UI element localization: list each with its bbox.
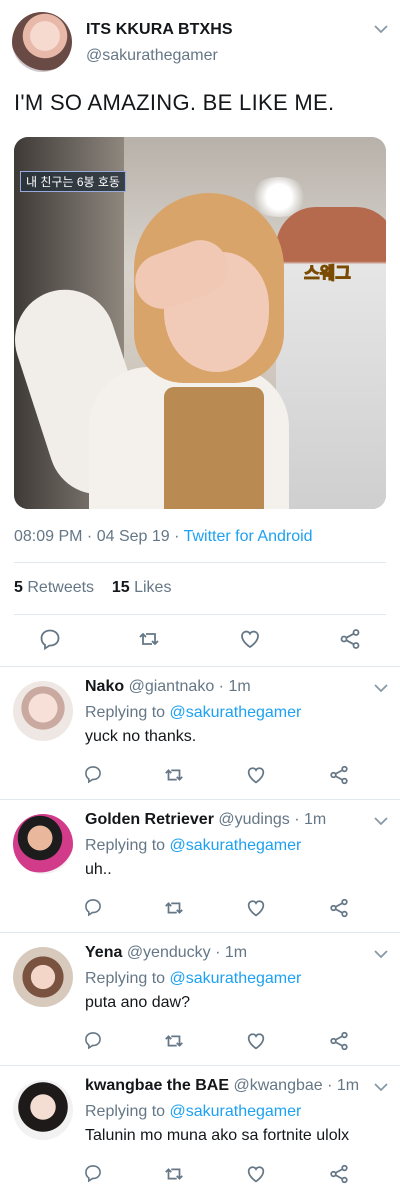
- divider: [14, 562, 386, 563]
- reply-author-handle[interactable]: @yudings: [218, 811, 289, 828]
- share-icon[interactable]: [328, 1030, 352, 1054]
- reply-author-name[interactable]: kwangbae the BAE: [85, 1077, 229, 1094]
- replying-to-link[interactable]: @sakurathegamer: [170, 704, 302, 721]
- reply-text: Talunin mo muna ako sa fortnite ulolx: [85, 1127, 350, 1144]
- chevron-down-icon[interactable]: [374, 1082, 388, 1092]
- reply-icon[interactable]: [83, 897, 107, 921]
- media-sticker: 스웨그: [304, 264, 352, 284]
- replying-to-prefix: Replying to: [85, 704, 166, 721]
- reply-header: kwangbae the BAE @kwangbae · 1m: [85, 1077, 360, 1094]
- share-icon[interactable]: [328, 764, 352, 788]
- reply-time: 1m: [336, 1077, 360, 1094]
- retweets-label: Retweets: [27, 579, 95, 596]
- like-icon[interactable]: [245, 897, 269, 921]
- like-icon[interactable]: [245, 1163, 269, 1187]
- like-icon[interactable]: [238, 627, 262, 651]
- reply-tweet[interactable]: Golden Retriever @yudings · 1m Replying …: [0, 800, 400, 933]
- avatar[interactable]: [13, 681, 73, 741]
- reply-author-name[interactable]: Golden Retriever: [85, 811, 214, 828]
- tweet-date: 04 Sep 19: [96, 528, 170, 545]
- tweet-source-link[interactable]: Twitter for Android: [184, 528, 313, 545]
- reply-text: yuck no thanks.: [85, 728, 197, 745]
- like-icon[interactable]: [245, 1030, 269, 1054]
- reply-text: uh..: [85, 861, 112, 878]
- replying-to: Replying to @sakurathegamer: [85, 1103, 301, 1121]
- chevron-down-icon[interactable]: [374, 683, 388, 693]
- reply-time: 1m: [304, 811, 327, 828]
- retweets-count: 5: [14, 579, 23, 596]
- like-icon[interactable]: [245, 764, 269, 788]
- reply-tweet[interactable]: Yena @yenducky · 1m Replying to @sakurat…: [0, 933, 400, 1066]
- likes-label: Likes: [134, 579, 172, 596]
- replying-to-link[interactable]: @sakurathegamer: [170, 970, 302, 987]
- media-caption: 내 친구는 6봉 호동: [20, 171, 126, 192]
- reply-time: 1m: [224, 944, 248, 961]
- replying-to-link[interactable]: @sakurathegamer: [170, 837, 302, 854]
- tweet-media-image[interactable]: 내 친구는 6봉 호동 스웨그: [14, 137, 386, 509]
- tweet-text: I'M SO AMAZING. BE LIKE ME.: [14, 90, 335, 115]
- reply-author-handle[interactable]: @yenducky: [127, 944, 211, 961]
- likes-count: 15: [111, 579, 130, 596]
- tweet-header: ITS KKURA BTXHS @sakurathegamer: [0, 0, 400, 80]
- reply-header: Yena @yenducky · 1m: [85, 944, 248, 961]
- chevron-down-icon[interactable]: [374, 24, 388, 34]
- replying-to-link[interactable]: @sakurathegamer: [170, 1103, 302, 1120]
- reply-author-handle[interactable]: @kwangbae: [233, 1077, 322, 1094]
- retweet-icon[interactable]: [163, 897, 187, 921]
- reply-tweet[interactable]: Nako @giantnako · 1m Replying to @sakura…: [0, 667, 400, 800]
- retweet-icon[interactable]: [163, 1030, 187, 1054]
- share-icon[interactable]: [328, 897, 352, 921]
- retweet-icon[interactable]: [163, 1163, 187, 1187]
- chevron-down-icon[interactable]: [374, 816, 388, 826]
- share-icon[interactable]: [328, 1163, 352, 1187]
- reply-author-name[interactable]: Yena: [85, 944, 122, 961]
- reply-header: Nako @giantnako · 1m: [85, 678, 251, 695]
- replying-to-prefix: Replying to: [85, 1103, 166, 1120]
- replying-to: Replying to @sakurathegamer: [85, 704, 301, 722]
- reply-icon[interactable]: [38, 627, 62, 651]
- reply-time: 1m: [228, 678, 251, 695]
- reply-author-name[interactable]: Nako: [85, 678, 124, 695]
- retweets-stat[interactable]: 5 Retweets: [14, 579, 94, 596]
- author-avatar[interactable]: [12, 12, 72, 72]
- reply-icon[interactable]: [83, 1030, 107, 1054]
- retweet-icon[interactable]: [163, 764, 187, 788]
- reply-header: Golden Retriever @yudings · 1m: [85, 811, 327, 828]
- reply-icon[interactable]: [83, 764, 107, 788]
- divider: [14, 614, 386, 615]
- avatar[interactable]: [13, 1080, 73, 1140]
- reply-text: puta ano daw?: [85, 994, 190, 1011]
- avatar[interactable]: [13, 814, 73, 874]
- replying-to-prefix: Replying to: [85, 970, 166, 987]
- retweet-icon[interactable]: [137, 627, 161, 651]
- reply-author-handle[interactable]: @giantnako: [129, 678, 215, 695]
- avatar[interactable]: [13, 947, 73, 1007]
- tweet-meta: 08:09 PM · 04 Sep 19 · Twitter for Andro…: [14, 528, 313, 545]
- reply-icon[interactable]: [83, 1163, 107, 1187]
- replying-to-prefix: Replying to: [85, 837, 166, 854]
- reply-tweet[interactable]: kwangbae the BAE @kwangbae · 1m Replying…: [0, 1066, 400, 1199]
- tweet-time: 08:09 PM: [14, 528, 83, 545]
- likes-stat[interactable]: 15 Likes: [112, 579, 172, 596]
- replying-to: Replying to @sakurathegamer: [85, 970, 301, 988]
- author-handle[interactable]: @sakurathegamer: [86, 47, 218, 65]
- author-name[interactable]: ITS KKURA BTXHS: [86, 21, 233, 39]
- replying-to: Replying to @sakurathegamer: [85, 837, 301, 855]
- share-icon[interactable]: [338, 627, 362, 651]
- chevron-down-icon[interactable]: [374, 949, 388, 959]
- tweet-stats: 5 Retweets 15 Likes: [14, 579, 171, 597]
